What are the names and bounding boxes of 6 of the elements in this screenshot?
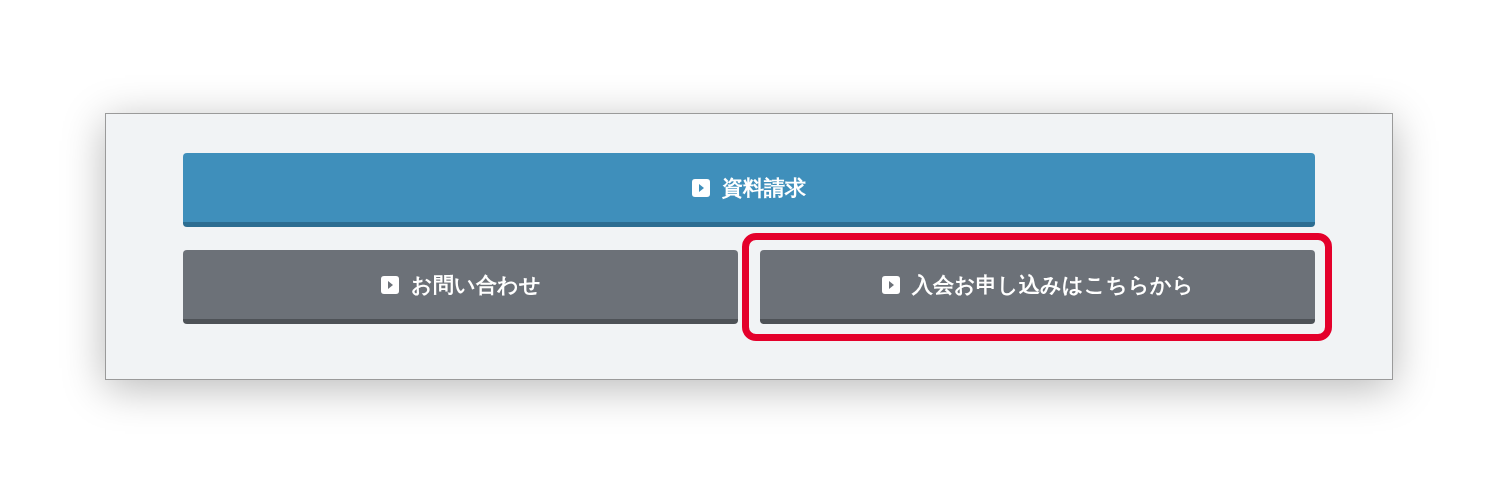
play-icon xyxy=(881,275,900,294)
link-button[interactable]: 入会お申し込みはこちらから xyxy=(760,250,1315,324)
play-icon xyxy=(380,275,399,294)
play-icon xyxy=(692,178,710,197)
link-button[interactable]: 資料請求 xyxy=(183,153,1315,227)
link-button[interactable]: お問い合わせ xyxy=(183,250,738,324)
